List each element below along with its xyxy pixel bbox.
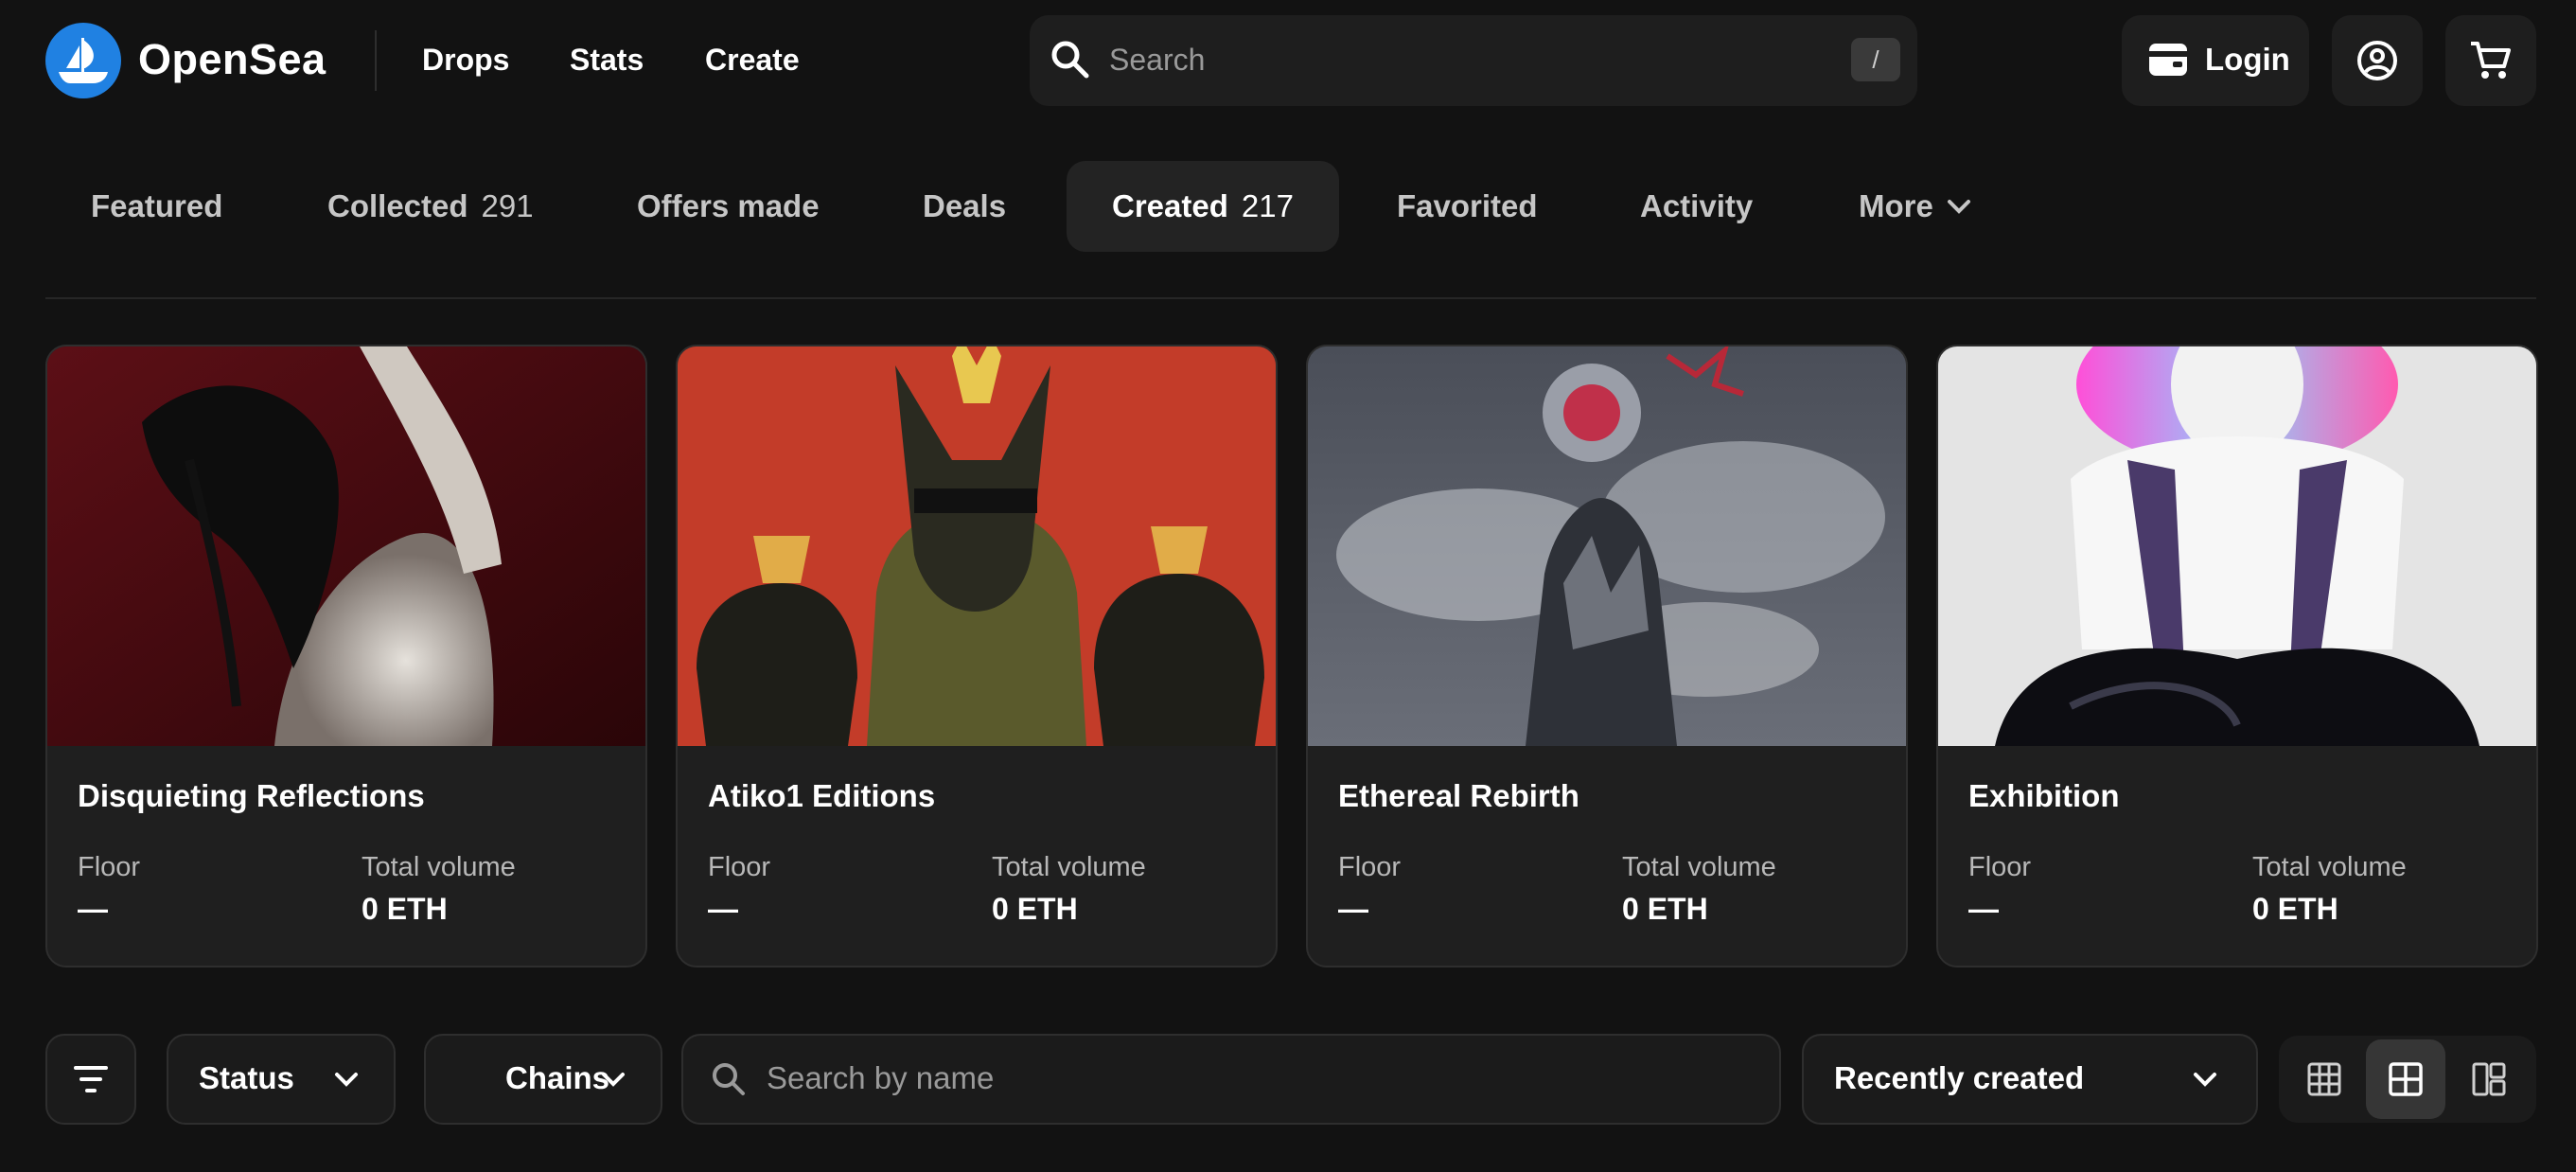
volume-value: 0 ETH [1622, 892, 1708, 926]
floor-label: Floor [1968, 852, 2032, 882]
grid-small-icon [2307, 1062, 2341, 1096]
tab-favorited[interactable]: Favorited [1397, 161, 1538, 252]
collection-image [1938, 346, 2536, 746]
volume-label: Total volume [1622, 852, 1776, 882]
collection-card[interactable]: Disquieting Reflections Floor — Total vo… [45, 345, 647, 968]
grid-large-view-button[interactable] [2449, 1039, 2529, 1119]
name-search-placeholder: Search by name [767, 1060, 995, 1095]
opensea-logo-icon[interactable] [45, 23, 121, 98]
nav-drops[interactable]: Drops [422, 36, 509, 83]
floor-label: Floor [708, 852, 771, 882]
volume-label: Total volume [362, 852, 516, 882]
collection-card[interactable]: Exhibition Floor — Total volume 0 ETH [1936, 345, 2538, 968]
floor-label: Floor [78, 852, 141, 882]
collection-title: Disquieting Reflections [78, 778, 425, 813]
grid-medium-view-button[interactable] [2366, 1039, 2445, 1119]
tab-label: More [1859, 188, 1933, 223]
header-divider [375, 30, 377, 91]
chains-dropdown[interactable]: Chains [424, 1034, 662, 1125]
status-dropdown[interactable]: Status [167, 1034, 396, 1125]
tab-label: Offers made [637, 188, 820, 223]
tab-count: 217 [1241, 188, 1294, 223]
name-search-input[interactable]: Search by name [681, 1034, 1781, 1125]
grid-large-icon [2472, 1062, 2506, 1096]
brand-name[interactable]: OpenSea [138, 31, 326, 88]
chevron-down-icon [2192, 1068, 2218, 1091]
tab-deals[interactable]: Deals [923, 161, 1006, 252]
tab-label: Featured [91, 188, 223, 223]
tab-label: Favorited [1397, 188, 1538, 223]
chains-label: Chains [505, 1060, 610, 1095]
collection-image [1308, 346, 1906, 746]
volume-value: 0 ETH [2252, 892, 2338, 926]
tab-label: Collected [327, 188, 468, 223]
tab-label: Created [1112, 188, 1228, 223]
chevron-down-icon [600, 1068, 626, 1091]
tab-featured[interactable]: Featured [91, 161, 222, 252]
tab-offers-made[interactable]: Offers made [637, 161, 820, 252]
cart-icon[interactable] [2468, 40, 2512, 81]
search-shortcut-badge: / [1851, 38, 1900, 81]
tab-activity[interactable]: Activity [1640, 161, 1753, 252]
volume-value: 0 ETH [362, 892, 448, 926]
floor-value: — [1968, 892, 1999, 926]
floor-value: — [78, 892, 108, 926]
volume-value: 0 ETH [992, 892, 1078, 926]
collection-title: Atiko1 Editions [708, 778, 936, 813]
volume-label: Total volume [992, 852, 1146, 882]
tab-label: Deals [923, 188, 1007, 223]
tabs-divider [45, 297, 2536, 299]
grid-medium-icon [2389, 1062, 2423, 1096]
collection-title: Exhibition [1968, 778, 2120, 813]
nav-create[interactable]: Create [705, 36, 800, 83]
filter-toggle-button[interactable] [45, 1034, 136, 1125]
nav-stats[interactable]: Stats [570, 36, 644, 83]
floor-value: — [708, 892, 738, 926]
chevron-down-icon [1946, 195, 1972, 218]
floor-value: — [1338, 892, 1368, 926]
tab-label: Activity [1640, 188, 1754, 223]
search-icon [710, 1060, 748, 1098]
tab-more[interactable]: More [1859, 161, 1933, 252]
tab-count: 291 [481, 188, 534, 223]
profile-icon[interactable] [2356, 40, 2398, 81]
collection-title: Ethereal Rebirth [1338, 778, 1579, 813]
search-icon [1049, 38, 1092, 81]
login-label[interactable]: Login [2205, 36, 2290, 83]
status-label: Status [199, 1060, 294, 1095]
floor-label: Floor [1338, 852, 1402, 882]
wallet-icon [2148, 42, 2188, 78]
grid-small-view-button[interactable] [2285, 1039, 2364, 1119]
sort-dropdown[interactable]: Recently created [1802, 1034, 2258, 1125]
search-input[interactable]: Search [1109, 36, 1205, 83]
volume-label: Total volume [2252, 852, 2407, 882]
collection-card[interactable]: Ethereal Rebirth Floor — Total volume 0 … [1306, 345, 1908, 968]
chevron-down-icon [333, 1068, 360, 1091]
tab-collected[interactable]: Collected 291 [327, 161, 534, 252]
tab-created[interactable]: Created 217 [1067, 161, 1339, 252]
collection-image [678, 346, 1276, 746]
collection-image [47, 346, 645, 746]
sort-label: Recently created [1834, 1060, 2085, 1095]
filter-icon [72, 1062, 110, 1096]
collection-card[interactable]: Atiko1 Editions Floor — Total volume 0 E… [676, 345, 1278, 968]
